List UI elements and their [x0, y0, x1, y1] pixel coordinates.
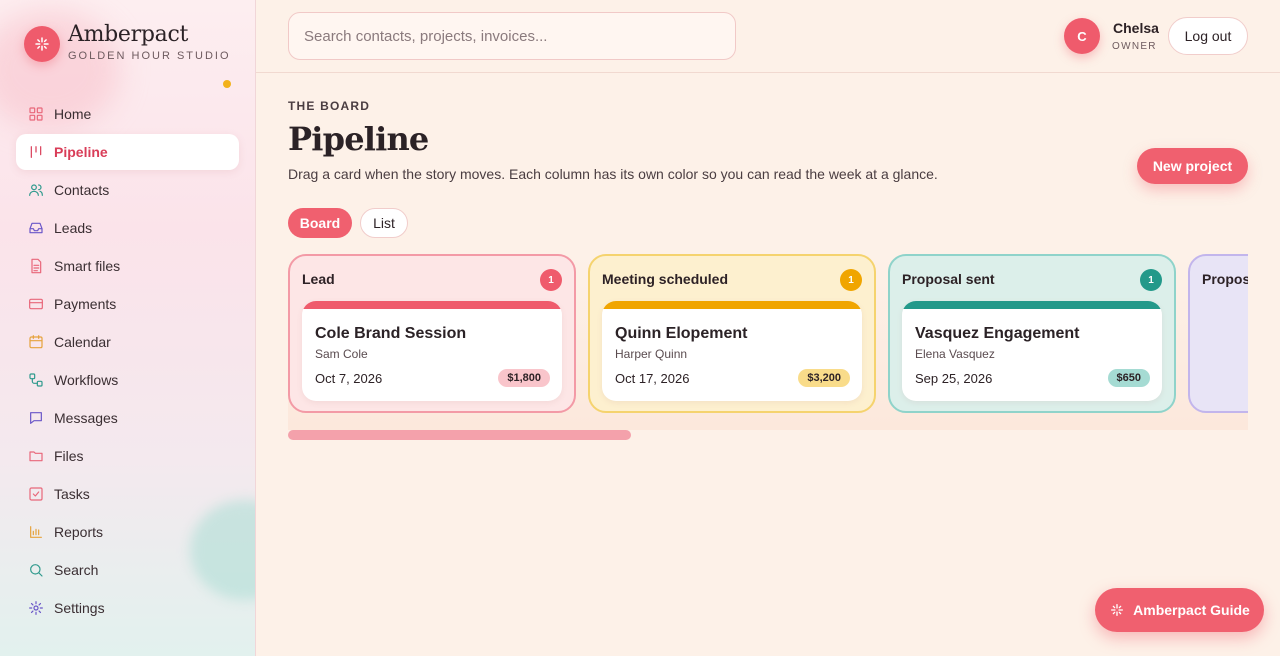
sidebar-item-label: Home: [54, 106, 92, 122]
sidebar-item-label: Messages: [54, 410, 118, 426]
sidebar-item-search[interactable]: Search: [16, 552, 239, 588]
sidebar-item-label: Calendar: [54, 334, 111, 350]
brand-subtitle: GOLDEN HOUR STUDIO: [68, 50, 231, 62]
card-title: Quinn Elopement: [615, 325, 748, 342]
sidebar-item-label: Smart files: [54, 258, 121, 274]
sparkle-icon: [1109, 602, 1125, 618]
gear-icon: [28, 600, 44, 616]
sidebar-item-label: Pipeline: [54, 144, 108, 160]
pipeline-column: Proposal signed: [1188, 254, 1248, 413]
sidebar-item-workflows[interactable]: Workflows: [16, 362, 239, 398]
column-count-badge: 1: [840, 269, 862, 291]
project-card[interactable]: Vasquez Engagement Elena Vasquez Sep 25, 2…: [902, 301, 1162, 401]
inbox-icon: [28, 220, 44, 236]
calendar-icon: [28, 334, 44, 350]
brand-name: Amberpact: [68, 22, 189, 47]
search-input[interactable]: [288, 12, 736, 60]
card-amount-badge: $1,800: [498, 369, 550, 387]
card-amount-badge: $650: [1107, 369, 1150, 387]
project-card[interactable]: Cole Brand Session Sam Cole Oct 7, 2026 $1,…: [302, 301, 562, 401]
card-color-stripe: [602, 301, 862, 309]
workflow-icon: [28, 372, 44, 388]
page-description: Drag a card when the story moves. Each c…: [288, 166, 938, 182]
column-title: Proposal signed: [1202, 271, 1248, 287]
tab-board[interactable]: Board: [288, 208, 352, 238]
page-eyebrow: THE BOARD: [288, 99, 371, 113]
grid-icon: [28, 106, 44, 122]
card-client: Harper Quinn: [615, 347, 688, 361]
sidebar-item-pipeline[interactable]: Pipeline: [16, 134, 239, 170]
checkbox-icon: [28, 486, 44, 502]
pipeline-column: Meeting scheduled 1 Quinn Elopement Harper …: [588, 254, 876, 413]
sidebar-item-files[interactable]: Files: [16, 438, 239, 474]
page-title: Pipeline: [288, 120, 429, 158]
card-date: Oct 7, 2026: [315, 371, 383, 386]
sidebar-item-reports[interactable]: Reports: [16, 514, 239, 550]
card-icon: [28, 296, 44, 312]
sidebar-item-contacts[interactable]: Contacts: [16, 172, 239, 208]
card-title: Cole Brand Session: [315, 325, 467, 342]
card-color-stripe: [302, 301, 562, 309]
column-title: Meeting scheduled: [602, 271, 729, 287]
sidebar-item-label: Contacts: [54, 182, 110, 198]
pipeline-column: Proposal sent 1 Vasquez Engagement Elena Va…: [888, 254, 1176, 413]
sidebar-item-label: Files: [54, 448, 84, 464]
sidebar-item-label: Tasks: [54, 486, 90, 502]
column-count-badge: 1: [540, 269, 562, 291]
pipeline-column: Lead 1 Cole Brand Session Sam Cole Oct 7, 20…: [288, 254, 576, 413]
bar-chart-icon: [28, 524, 44, 540]
card-client: Elena Vasquez: [915, 347, 995, 361]
sparkle-logo-icon[interactable]: [24, 26, 60, 62]
user-role: OWNER: [1112, 41, 1157, 52]
avatar[interactable]: C: [1064, 18, 1100, 54]
project-card[interactable]: Quinn Elopement Harper Quinn Oct 17, 2026 $…: [602, 301, 862, 401]
column-title: Proposal sent: [902, 271, 995, 287]
sidebar-item-label: Payments: [54, 296, 117, 312]
new-project-button[interactable]: New project: [1137, 148, 1248, 184]
pipeline-icon: [28, 144, 44, 160]
sidebar-item-label: Leads: [54, 220, 93, 236]
guide-label: Amberpact Guide: [1133, 602, 1250, 618]
sidebar-item-calendar[interactable]: Calendar: [16, 324, 239, 360]
sidebar-nav: Home Pipeline Contacts Leads Smart files Paym…: [16, 96, 239, 628]
folder-icon: [28, 448, 44, 464]
card-amount-badge: $3,200: [798, 369, 850, 387]
view-toggle: Board List: [288, 208, 408, 238]
topbar: C Chelsa OWNER Log out: [256, 0, 1280, 73]
pipeline-board: Lead 1 Cole Brand Session Sam Cole Oct 7, 20…: [288, 254, 1248, 430]
message-icon: [28, 410, 44, 426]
sidebar-item-label: Workflows: [54, 372, 119, 388]
user-name: Chelsa: [1113, 20, 1159, 36]
column-count-badge: 1: [1140, 269, 1162, 291]
search-icon: [28, 562, 44, 578]
scrollbar-thumb[interactable]: [288, 430, 631, 440]
column-title: Lead: [302, 271, 335, 287]
status-dot: [223, 80, 231, 88]
logout-button[interactable]: Log out: [1168, 17, 1248, 55]
sidebar-item-messages[interactable]: Messages: [16, 400, 239, 436]
file-text-icon: [28, 258, 44, 274]
card-date: Sep 25, 2026: [915, 371, 993, 386]
card-title: Vasquez Engagement: [915, 325, 1080, 342]
sidebar-item-label: Search: [54, 562, 99, 578]
card-color-stripe: [902, 301, 1162, 309]
sidebar-item-payments[interactable]: Payments: [16, 286, 239, 322]
sidebar-item-tasks[interactable]: Tasks: [16, 476, 239, 512]
sidebar: Amberpact GOLDEN HOUR STUDIO Home Pipelin…: [0, 0, 256, 656]
card-client: Sam Cole: [315, 347, 368, 361]
sidebar-item-settings[interactable]: Settings: [16, 590, 239, 626]
sidebar-item-leads[interactable]: Leads: [16, 210, 239, 246]
sidebar-item-smart-files[interactable]: Smart files: [16, 248, 239, 284]
sidebar-item-label: Settings: [54, 600, 105, 616]
guide-button[interactable]: Amberpact Guide: [1095, 588, 1264, 632]
board-scrollbar[interactable]: [288, 430, 1248, 440]
users-icon: [28, 182, 44, 198]
sidebar-item-label: Reports: [54, 524, 104, 540]
sidebar-item-home[interactable]: Home: [16, 96, 239, 132]
card-date: Oct 17, 2026: [615, 371, 690, 386]
tab-list[interactable]: List: [360, 208, 408, 238]
